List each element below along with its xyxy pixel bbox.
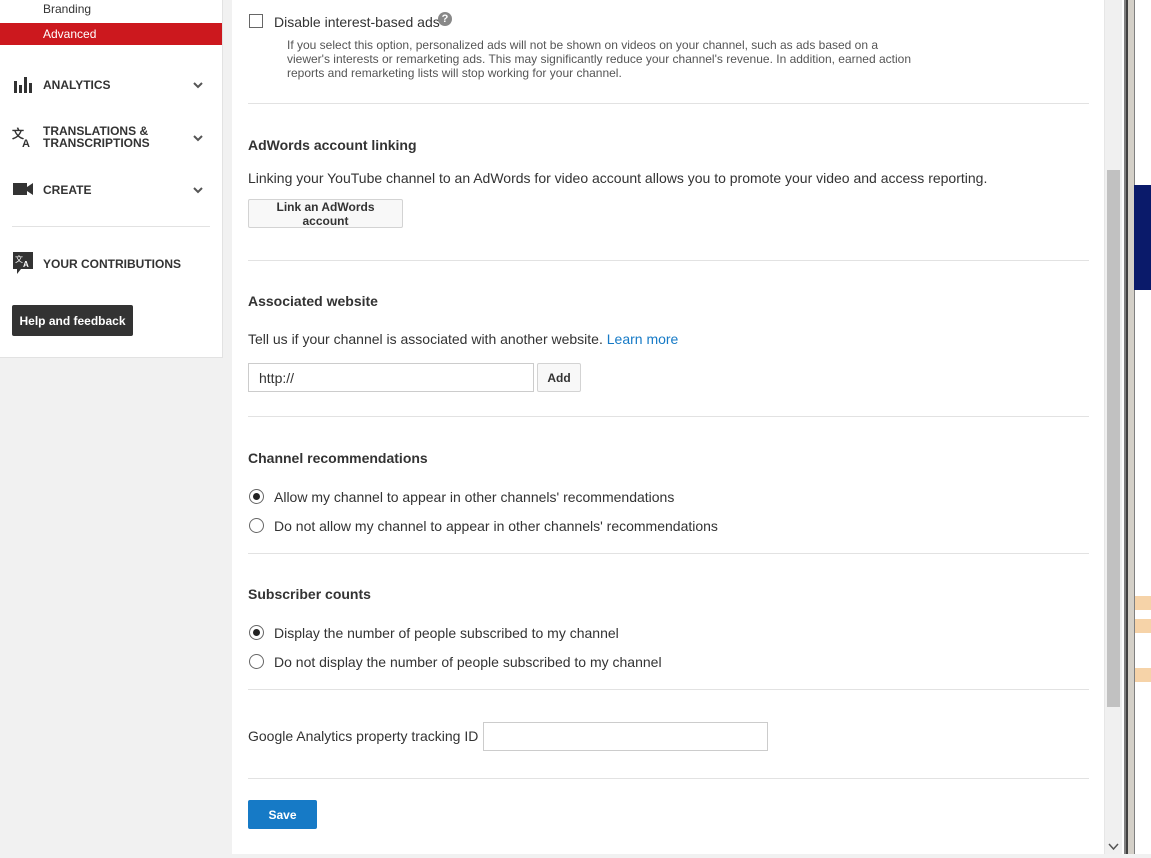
svg-text:文: 文 (15, 254, 23, 264)
sidebar-subitem-label: Advanced (43, 27, 97, 41)
background-blue-panel (1134, 185, 1151, 290)
scrollbar-thumb[interactable] (1107, 170, 1120, 707)
translate-bubble-icon: 文A (12, 252, 34, 274)
sidebar-item-contributions[interactable]: 文A YOUR CONTRIBUTIONS (0, 252, 222, 276)
bar-chart-icon (12, 73, 34, 95)
background-highlight (1135, 619, 1151, 633)
video-camera-icon (12, 178, 34, 200)
section-divider (248, 416, 1089, 417)
adwords-description: Linking your YouTube channel to an AdWor… (248, 170, 988, 186)
background-window (1122, 0, 1151, 854)
save-button[interactable]: Save (248, 800, 317, 829)
recommendations-section-title: Channel recommendations (248, 450, 428, 466)
sidebar-subitem-branding[interactable]: Branding (0, 0, 222, 20)
website-section-title: Associated website (248, 293, 378, 309)
translate-icon: 文A (12, 126, 34, 148)
page-scrollbar[interactable] (1104, 0, 1122, 854)
scroll-down-arrow-icon[interactable] (1107, 840, 1120, 852)
disable-ads-label: Disable interest-based ads (274, 14, 440, 30)
background-highlight (1135, 668, 1151, 682)
main-content: Disable interest-based ads ? If you sele… (232, 0, 1104, 854)
section-divider (248, 689, 1089, 690)
radio-label: Allow my channel to appear in other chan… (274, 489, 675, 505)
adwords-section-title: AdWords account linking (248, 137, 417, 153)
analytics-tracking-label: Google Analytics property tracking ID (248, 728, 479, 744)
radio-label: Do not allow my channel to appear in oth… (274, 518, 718, 534)
sidebar-item-create[interactable]: CREATE (0, 178, 222, 200)
radio-label: Display the number of people subscribed … (274, 625, 619, 641)
disable-ads-description: If you select this option, personalized … (287, 38, 912, 80)
disable-ads-checkbox[interactable] (249, 14, 263, 28)
section-divider (248, 778, 1089, 779)
website-description: Tell us if your channel is associated wi… (248, 331, 678, 347)
sidebar-subitem-label: Branding (43, 2, 92, 16)
website-url-input[interactable] (248, 363, 534, 392)
sidebar-subitem-advanced[interactable]: Advanced (0, 23, 222, 45)
subscribers-section-title: Subscriber counts (248, 586, 371, 602)
sidebar-item-label-line2: TRANSCRIPTIONS (43, 136, 150, 150)
window-border (1122, 0, 1128, 854)
sidebar: Branding Advanced ANALYTICS 文A TRANSLATI… (0, 0, 223, 358)
disallow-recommendations-radio[interactable] (249, 518, 264, 533)
section-divider (248, 260, 1089, 261)
hide-subscribers-radio[interactable] (249, 654, 264, 669)
help-question-icon[interactable]: ? (438, 12, 452, 26)
chevron-down-icon[interactable] (192, 78, 204, 90)
website-description-text: Tell us if your channel is associated wi… (248, 331, 603, 347)
sidebar-item-translations[interactable]: 文A TRANSLATIONS & TRANSCRIPTIONS (0, 124, 222, 150)
section-divider (248, 103, 1089, 104)
add-website-button[interactable]: Add (537, 363, 581, 392)
sidebar-item-label: ANALYTICS (43, 78, 111, 92)
allow-recommendations-radio[interactable] (249, 489, 264, 504)
chevron-down-icon[interactable] (192, 183, 204, 195)
display-subscribers-radio[interactable] (249, 625, 264, 640)
sidebar-item-analytics[interactable]: ANALYTICS (0, 73, 222, 95)
sidebar-item-label: CREATE (43, 183, 92, 197)
background-window-content (1134, 0, 1151, 854)
chevron-down-icon[interactable] (192, 131, 204, 143)
svg-text:A: A (22, 138, 30, 148)
radio-label: Do not display the number of people subs… (274, 654, 662, 670)
svg-text:A: A (23, 260, 29, 269)
learn-more-link[interactable]: Learn more (607, 331, 679, 347)
link-adwords-button[interactable]: Link an AdWords account (248, 199, 403, 228)
analytics-tracking-input[interactable] (483, 722, 768, 751)
help-and-feedback-button[interactable]: Help and feedback (12, 305, 133, 336)
section-divider (248, 553, 1089, 554)
background-highlight (1135, 596, 1151, 610)
sidebar-item-label: YOUR CONTRIBUTIONS (43, 257, 181, 271)
sidebar-divider (12, 226, 210, 227)
